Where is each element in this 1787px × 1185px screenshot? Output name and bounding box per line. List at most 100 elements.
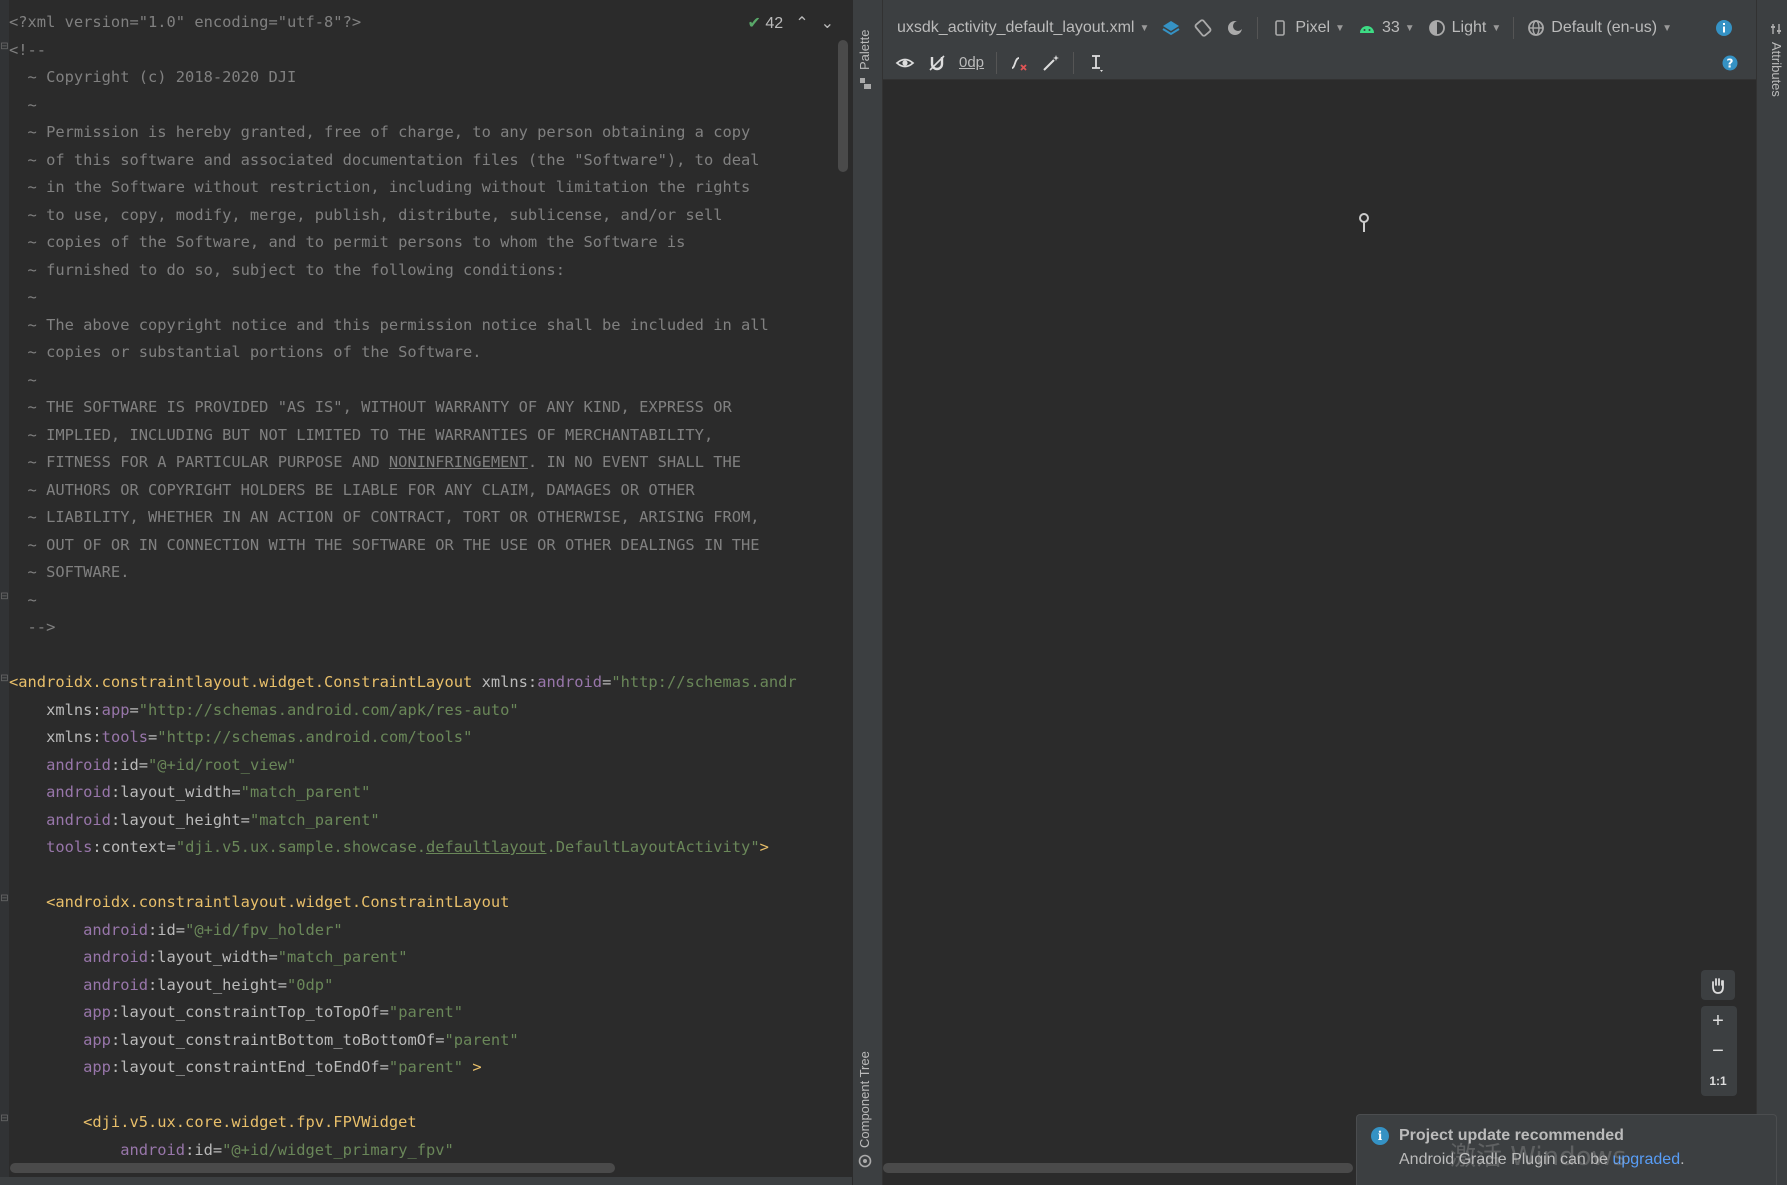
designer-horizontal-scrollbar[interactable]	[883, 1163, 1353, 1173]
fold-marker[interactable]: ⊟	[0, 892, 9, 906]
code-token: android	[9, 975, 148, 994]
code-line[interactable]: android:id="@+id/widget_primary_fpv"	[9, 1137, 852, 1165]
inspection-status[interactable]: ✔ 42	[748, 13, 784, 33]
code-line[interactable]: android:layout_height="match_parent"	[9, 807, 852, 835]
project-update-notification[interactable]: i Project update recommended Android Gra…	[1356, 1114, 1777, 1185]
code-token: android	[9, 920, 148, 939]
code-line[interactable]: ~ of this software and associated docume…	[9, 147, 852, 175]
code-line[interactable]: android:layout_width="match_parent"	[9, 944, 852, 972]
code-line[interactable]: ~ Copyright (c) 2018-2020 DJI	[9, 64, 852, 92]
editor-vertical-scrollbar[interactable]	[838, 40, 848, 172]
code-line[interactable]: <!--	[9, 37, 852, 65]
code-line[interactable]: ~ Permission is hereby granted, free of …	[9, 119, 852, 147]
code-line[interactable]: <?xml version="1.0" encoding="utf-8"?>	[9, 9, 852, 37]
code-line[interactable]: ~ furnished to do so, subject to the fol…	[9, 257, 852, 285]
code-line[interactable]: <androidx.constraintlayout.widget.Constr…	[9, 889, 852, 917]
api-level-selector[interactable]: 33 ▼	[1351, 13, 1421, 43]
theme-label: Light	[1451, 19, 1487, 36]
code-line[interactable]: xmlns:app="http://schemas.android.com/ap…	[9, 697, 852, 725]
clear-constraints-button[interactable]	[1003, 48, 1035, 78]
code-token: . IN NO EVENT SHALL THE	[527, 453, 742, 471]
help-icon: ?	[1722, 55, 1738, 70]
code-token: "match_parent"	[277, 948, 408, 966]
layers-icon	[1162, 21, 1180, 36]
code-line[interactable]: <androidx.constraintlayout.widget.Constr…	[9, 669, 852, 697]
file-selector[interactable]: uxsdk_activity_default_layout.xml ▼	[891, 13, 1155, 43]
infer-constraints-button[interactable]	[1035, 48, 1067, 78]
night-mode-button[interactable]	[1219, 13, 1251, 43]
toolbar-separator	[1073, 51, 1075, 74]
code-line[interactable]: tools:context="dji.v5.ux.sample.showcase…	[9, 834, 852, 862]
design-canvas[interactable]	[883, 80, 1756, 1160]
autoconnect-button[interactable]	[921, 48, 953, 78]
view-options-button[interactable]	[889, 48, 921, 78]
device-selector[interactable]: Pixel ▼	[1264, 13, 1351, 43]
palette-tab[interactable]: Palette	[857, 30, 872, 90]
zoom-in-button[interactable]: +	[1701, 1006, 1735, 1036]
night-mode-icon	[1228, 21, 1244, 35]
code-line[interactable]: -->	[9, 614, 852, 642]
orientation-button[interactable]	[1187, 13, 1219, 43]
code-line[interactable]: ~ copies or substantial portions of the …	[9, 339, 852, 367]
pan-button[interactable]	[1701, 970, 1735, 1000]
fold-marker[interactable]: ⊟	[0, 1112, 9, 1126]
code-line[interactable]: ~ The above copyright notice and this pe…	[9, 312, 852, 340]
inspection-widget[interactable]: ✔ 42 ⌃ ⌄	[748, 10, 834, 36]
code-line[interactable]: xmlns:tools="http://schemas.android.com/…	[9, 724, 852, 752]
theme-selector[interactable]: Light ▼	[1421, 13, 1508, 43]
upgrade-link[interactable]: upgraded	[1612, 1151, 1680, 1168]
palette-label: Palette	[857, 29, 872, 70]
fold-marker[interactable]: ⊟	[0, 40, 9, 54]
code-line[interactable]	[9, 862, 852, 890]
code-line[interactable]: ~ OUT OF OR IN CONNECTION WITH THE SOFTW…	[9, 532, 852, 560]
checkmark-icon: ✔	[747, 15, 761, 32]
zoom-actual-size-button[interactable]: 1:1	[1701, 1066, 1735, 1096]
code-line[interactable]: ~ FITNESS FOR A PARTICULAR PURPOSE AND N…	[9, 449, 852, 477]
attributes-tab[interactable]: Attributes	[1769, 22, 1784, 97]
code-line[interactable]: ~ THE SOFTWARE IS PROVIDED "AS IS", WITH…	[9, 394, 852, 422]
code-token: ~ copies or substantial portions of the …	[9, 343, 482, 361]
code-line[interactable]	[9, 642, 852, 670]
help-button[interactable]: ?	[1714, 48, 1746, 78]
code-editor[interactable]: ⊟ ⊟ ⊟ ⊟ ⊟ <?xml version="1.0" encoding="…	[0, 0, 852, 1185]
code-line[interactable]: ~ in the Software without restriction, i…	[9, 174, 852, 202]
locale-selector[interactable]: Default (en-us) ▼	[1520, 13, 1678, 43]
code-line[interactable]: android:id="@+id/fpv_holder"	[9, 917, 852, 945]
fold-marker[interactable]: ⊟	[0, 672, 9, 686]
code-line[interactable]: app:layout_constraintEnd_toEndOf="parent…	[9, 1054, 852, 1082]
guidelines-button[interactable]	[1080, 48, 1112, 78]
design-surface-button[interactable]	[1155, 13, 1187, 43]
editor-horizontal-scrollbar[interactable]	[10, 1163, 615, 1173]
default-margin-button[interactable]: 0dp	[953, 48, 990, 78]
code-line[interactable]: ~ SOFTWARE.	[9, 559, 852, 587]
code-line[interactable]: ~	[9, 587, 852, 615]
code-line[interactable]: app:layout_constraintBottom_toBottomOf="…	[9, 1027, 852, 1055]
code-line[interactable]: ~ LIABILITY, WHETHER IN AN ACTION OF CON…	[9, 504, 852, 532]
fold-marker[interactable]: ⊟	[0, 590, 9, 604]
code-line[interactable]: ~	[9, 284, 852, 312]
zoom-out-button[interactable]: −	[1701, 1036, 1735, 1066]
issues-info-button[interactable]	[1708, 13, 1740, 43]
code-line[interactable]: ~ copies of the Software, and to permit …	[9, 229, 852, 257]
next-highlight-icon[interactable]: ⌄	[821, 13, 834, 33]
component-tree-tab[interactable]: Component Tree	[857, 1051, 872, 1168]
right-tool-strip: Attributes	[1756, 0, 1787, 1185]
code-line[interactable]: app:layout_constraintTop_toTopOf="parent…	[9, 999, 852, 1027]
code-line[interactable]: ~	[9, 367, 852, 395]
code-lines[interactable]: <?xml version="1.0" encoding="utf-8"?> <!…	[9, 9, 852, 1164]
code-token: ~ LIABILITY, WHETHER IN AN ACTION OF CON…	[9, 508, 760, 526]
code-line[interactable]: <dji.v5.ux.core.widget.fpv.FPVWidget	[9, 1109, 852, 1137]
code-line[interactable]: android:layout_width="match_parent"	[9, 779, 852, 807]
code-line[interactable]: android:id="@+id/root_view"	[9, 752, 852, 780]
code-line[interactable]: ~ to use, copy, modify, merge, publish, …	[9, 202, 852, 230]
previous-highlight-icon[interactable]: ⌃	[795, 13, 808, 33]
code-line[interactable]: ~	[9, 92, 852, 120]
code-line[interactable]	[9, 1082, 852, 1110]
code-line[interactable]: ~ IMPLIED, INCLUDING BUT NOT LIMITED TO …	[9, 422, 852, 450]
code-line[interactable]: ~ AUTHORS OR COPYRIGHT HOLDERS BE LIABLE…	[9, 477, 852, 505]
code-token: xmlns:	[481, 673, 538, 691]
svg-text:?: ?	[1727, 56, 1734, 70]
pin-icon	[1359, 213, 1369, 232]
code-token: .DefaultLayoutActivity"	[546, 838, 760, 856]
code-line[interactable]: android:layout_height="0dp"	[9, 972, 852, 1000]
